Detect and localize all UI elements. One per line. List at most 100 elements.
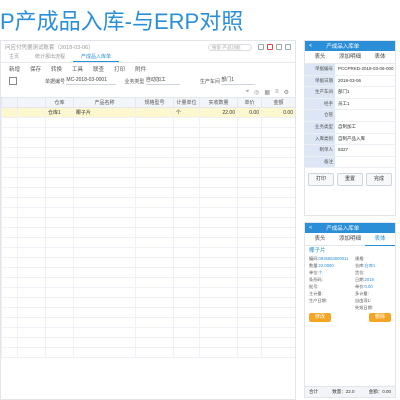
item-card[interactable]: 椰子片 编码:0926664500011 数量:22.0000 单位:个 条形码: 批号… bbox=[305, 246, 395, 324]
tab-home[interactable]: 主页 bbox=[1, 53, 27, 62]
form-field-row[interactable]: 单据编号 PCCPRKD-2018-03-06-000 bbox=[305, 64, 395, 76]
table-row[interactable] bbox=[1, 137, 295, 148]
menu-attach[interactable]: 附件 bbox=[135, 65, 146, 73]
grid-icon[interactable]: ▦ bbox=[264, 89, 270, 96]
search-input[interactable]: 搜索-产品功能 bbox=[208, 43, 252, 51]
form-field-row[interactable]: 备注 bbox=[305, 156, 395, 169]
table-row[interactable] bbox=[1, 217, 295, 228]
edit-button[interactable]: 修改 bbox=[309, 313, 331, 322]
finish-button[interactable]: 完成 bbox=[366, 173, 392, 187]
tab-finished-goods[interactable]: 产成品入库单 bbox=[73, 53, 120, 62]
menu-save[interactable]: 保存 bbox=[30, 65, 41, 73]
cell-qty[interactable]: 22.00 bbox=[199, 107, 238, 118]
table-row[interactable] bbox=[1, 187, 295, 198]
message-icon[interactable] bbox=[258, 44, 264, 50]
cell-spec[interactable] bbox=[135, 107, 174, 118]
field-value[interactable]: 自制产品入库 bbox=[335, 134, 395, 145]
tab-body[interactable]: 表体 bbox=[365, 51, 395, 63]
field-value[interactable]: 部门1 bbox=[335, 87, 395, 98]
table-row[interactable] bbox=[1, 237, 295, 248]
table-row[interactable] bbox=[1, 327, 295, 338]
col-price[interactable]: 单价 bbox=[237, 97, 262, 108]
item-details-left: 编码:0926664500011 数量:22.0000 单位:个 条形码: 批号: 主计量… bbox=[309, 255, 355, 311]
back-icon[interactable]: < bbox=[309, 225, 312, 231]
col-spec[interactable]: 规格型号 bbox=[135, 97, 174, 108]
mobile-detail-view: < 产成品入库单 表头 添加明细 表体 椰子片 编码:0926664500011… bbox=[304, 222, 396, 398]
table-row[interactable] bbox=[1, 337, 295, 348]
table-row[interactable] bbox=[1, 147, 295, 158]
menu-convert[interactable]: 转换 bbox=[51, 65, 62, 73]
field-value[interactable]: 2018-03-06 bbox=[335, 76, 395, 87]
form-field-row[interactable]: 入库类别 自制产品入库 bbox=[305, 133, 395, 146]
doc-no-field[interactable]: MC-2018-03-0001 bbox=[66, 77, 117, 85]
delete-button[interactable]: 删除 bbox=[369, 313, 391, 322]
tab-flow[interactable]: 统计报出流程 bbox=[27, 53, 73, 62]
field-value[interactable]: PCCPRKD-2018-03-06-000 bbox=[335, 64, 395, 75]
field-value[interactable] bbox=[335, 110, 395, 121]
settings-icon[interactable] bbox=[285, 44, 291, 50]
form-field-row[interactable]: 单据日期 2018-03-06 bbox=[305, 75, 395, 88]
menu-new[interactable]: 新增 bbox=[9, 65, 20, 73]
form-field-row[interactable]: 经手 员工1 bbox=[305, 98, 395, 111]
field-label: 备注 bbox=[305, 156, 335, 168]
bell-icon[interactable] bbox=[267, 44, 273, 50]
list-icon[interactable]: ≡ bbox=[275, 89, 279, 95]
location-icon[interactable]: ⌖ bbox=[246, 89, 249, 96]
table-row[interactable] bbox=[1, 317, 295, 328]
tab-add-detail[interactable]: 添加明细 bbox=[335, 51, 365, 63]
menu-tools[interactable]: 工具 bbox=[72, 65, 83, 73]
table-row[interactable] bbox=[1, 257, 295, 268]
table-row[interactable] bbox=[1, 267, 295, 278]
col-amount[interactable]: 金额 bbox=[261, 97, 295, 108]
form-field-row[interactable]: 业务类型 自制加工 bbox=[305, 121, 395, 134]
detail-table: 仓库 产品名称 规格型号 计量单位 实收数量 单价 金额 仓库1 椰子片 个 2… bbox=[1, 97, 295, 358]
print-button[interactable]: 打印 bbox=[308, 173, 334, 187]
user-icon[interactable] bbox=[276, 44, 282, 50]
field-value[interactable]: 9327 bbox=[335, 145, 395, 156]
field-value[interactable]: 自制加工 bbox=[335, 122, 395, 133]
col-qty[interactable]: 实收数量 bbox=[199, 97, 238, 108]
cell-amount[interactable]: 0.00 bbox=[261, 107, 295, 118]
erp-menubar: 新增 保存 转换 工具 联查 打印 附件 bbox=[1, 63, 295, 75]
menu-print[interactable]: 打印 bbox=[114, 65, 125, 73]
cell-warehouse[interactable]: 仓库1 bbox=[45, 107, 74, 118]
reset-button[interactable]: 重置 bbox=[337, 173, 363, 187]
table-row[interactable] bbox=[1, 167, 295, 178]
biz-type-field[interactable]: 自动加工 bbox=[145, 77, 180, 85]
tab-header[interactable]: 表头 bbox=[305, 51, 335, 63]
table-row[interactable] bbox=[1, 287, 295, 298]
table-row[interactable] bbox=[1, 347, 295, 358]
table-row[interactable]: 仓库1 椰子片 个 22.00 0.00 0.00 bbox=[1, 107, 295, 118]
table-row[interactable] bbox=[1, 117, 295, 128]
table-row[interactable] bbox=[1, 197, 295, 208]
form-field-row[interactable]: 制单人 9327 bbox=[305, 145, 395, 157]
cell-product[interactable]: 椰子片 bbox=[73, 107, 136, 118]
table-row[interactable] bbox=[1, 227, 295, 238]
tab-header[interactable]: 表头 bbox=[305, 233, 335, 245]
col-unit[interactable]: 计量单位 bbox=[173, 97, 200, 108]
field-value[interactable]: 员工1 bbox=[335, 99, 395, 110]
col-product[interactable]: 产品名称 bbox=[73, 97, 136, 108]
form-field-row[interactable]: 生产车间 部门1 bbox=[305, 87, 395, 99]
cell-unit[interactable]: 个 bbox=[173, 107, 200, 118]
back-icon[interactable]: < bbox=[309, 43, 312, 49]
col-warehouse[interactable]: 仓库 bbox=[45, 97, 74, 108]
table-row[interactable] bbox=[1, 297, 295, 308]
cell-price[interactable]: 0.00 bbox=[237, 107, 262, 118]
table-row[interactable] bbox=[1, 207, 295, 218]
table-row[interactable] bbox=[1, 307, 295, 318]
tab-add-detail[interactable]: 添加明细 bbox=[335, 233, 365, 245]
calendar-icon[interactable] bbox=[9, 77, 17, 85]
form-field-row[interactable]: 仓管 bbox=[305, 110, 395, 122]
table-row[interactable] bbox=[1, 127, 295, 138]
dept-field[interactable]: 部门1 bbox=[221, 77, 256, 85]
table-row[interactable] bbox=[1, 177, 295, 188]
settings-icon[interactable]: ⚙ bbox=[284, 89, 289, 96]
tab-body[interactable]: 表体 bbox=[365, 233, 395, 246]
view-icon[interactable]: ◎ bbox=[254, 89, 259, 96]
table-row[interactable] bbox=[1, 277, 295, 288]
field-value[interactable] bbox=[335, 157, 395, 168]
table-row[interactable] bbox=[1, 157, 295, 168]
menu-link[interactable]: 联查 bbox=[93, 65, 104, 73]
table-row[interactable] bbox=[1, 247, 295, 258]
